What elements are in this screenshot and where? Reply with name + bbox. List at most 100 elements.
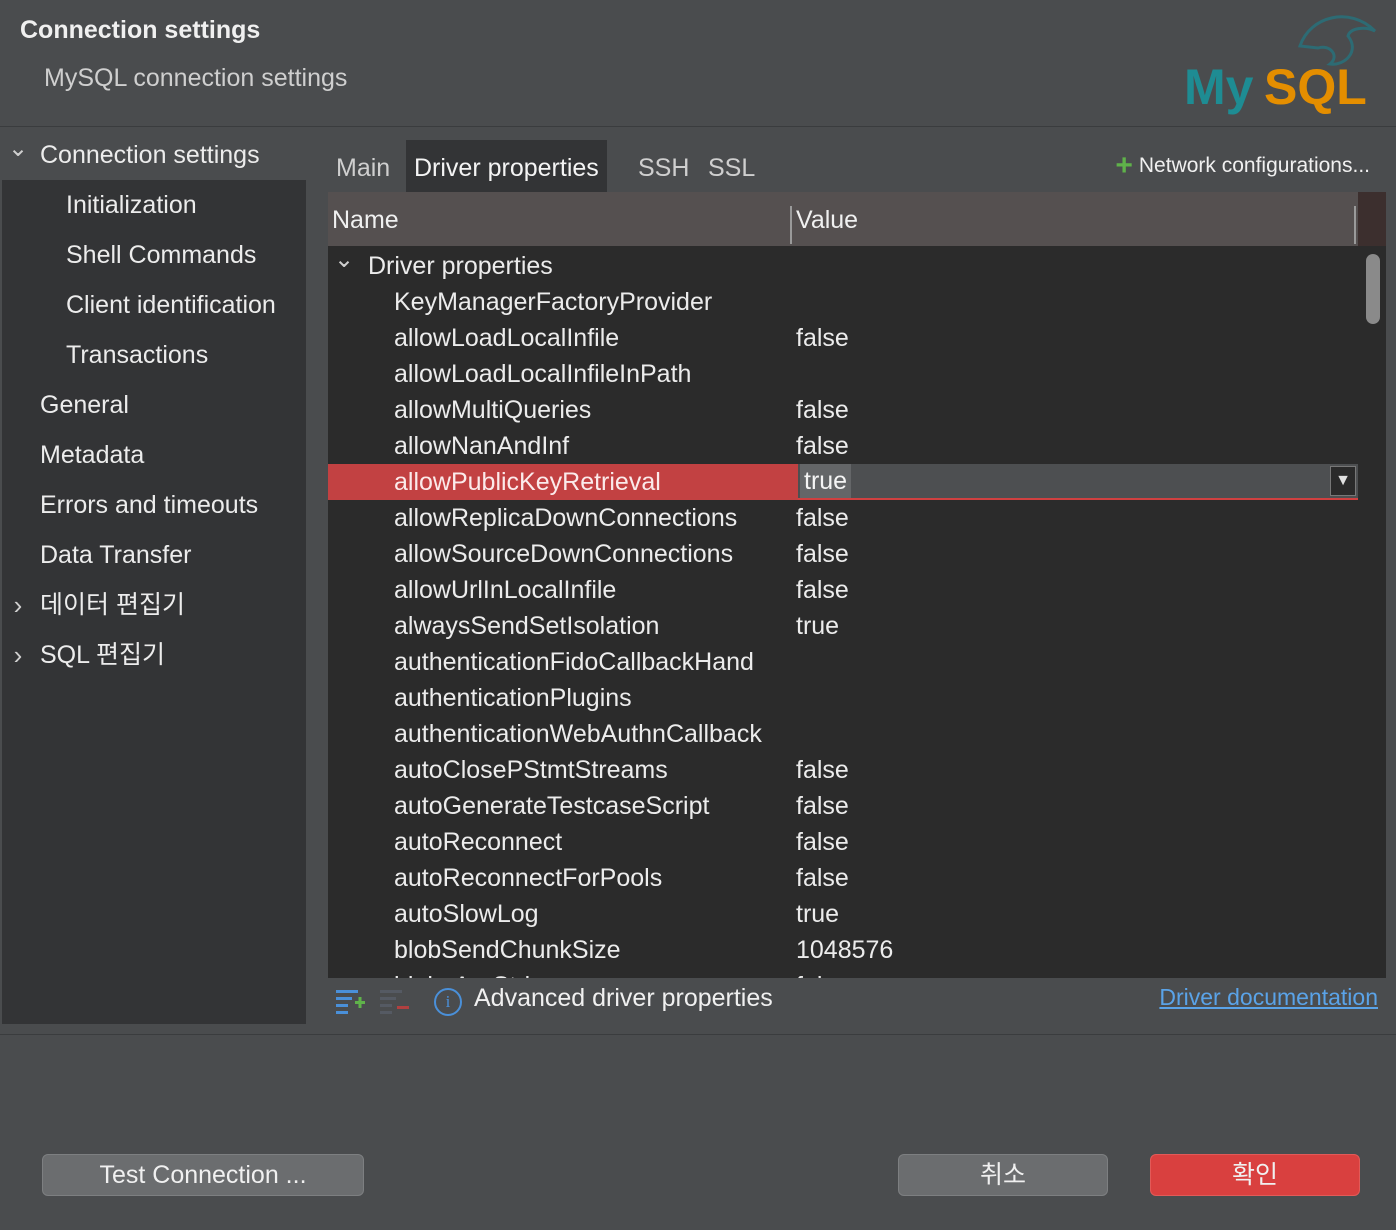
property-value[interactable]: false bbox=[796, 500, 849, 536]
property-name: autoSlowLog bbox=[394, 900, 539, 928]
sidebar-item-label: Data Transfer bbox=[40, 541, 192, 569]
property-row[interactable]: autoClosePStmtStreams false bbox=[328, 752, 1358, 788]
property-value[interactable]: false bbox=[796, 428, 849, 464]
property-row[interactable]: authenticationWebAuthnCallback bbox=[328, 716, 1358, 752]
settings-sidebar: ⌄ Connection settings Initialization Shell … bbox=[2, 130, 306, 1024]
property-name: autoReconnectForPools bbox=[394, 864, 663, 892]
dialog-title: Connection settings bbox=[20, 16, 261, 44]
property-group-label: Driver properties bbox=[368, 252, 553, 280]
sidebar-item-transactions[interactable]: Transactions bbox=[2, 330, 306, 380]
property-row[interactable]: KeyManagerFactoryProvider bbox=[328, 284, 1358, 320]
sidebar-item-sql-editor[interactable]: › SQL 편집기 bbox=[2, 630, 306, 680]
property-value[interactable]: false bbox=[796, 536, 849, 572]
property-row[interactable]: alwaysSendSetIsolation true bbox=[328, 608, 1358, 644]
tab-ssh[interactable]: SSH bbox=[630, 140, 697, 192]
advanced-driver-properties-label: Advanced driver properties bbox=[474, 984, 773, 1012]
column-resize-handle-end[interactable] bbox=[1354, 206, 1356, 244]
driver-documentation-link[interactable]: Driver documentation bbox=[1159, 984, 1378, 1011]
chevron-right-icon[interactable]: › bbox=[8, 580, 28, 630]
property-value-editor[interactable]: true ▼ bbox=[798, 464, 1358, 500]
property-value[interactable]: 1048576 bbox=[796, 932, 893, 968]
property-row[interactable]: autoReconnectForPools false bbox=[328, 860, 1358, 896]
add-icon: + bbox=[1115, 149, 1133, 182]
table-header: Name Value bbox=[328, 192, 1358, 246]
scrollbar-thumb[interactable] bbox=[1366, 254, 1380, 324]
sidebar-item-label: Connection settings bbox=[40, 141, 260, 169]
property-name: allowPublicKeyRetrieval bbox=[394, 468, 661, 496]
property-row[interactable]: blobSendChunkSize 1048576 bbox=[328, 932, 1358, 968]
column-header-value[interactable]: Value bbox=[796, 192, 858, 246]
property-value[interactable]: true bbox=[796, 608, 839, 644]
property-value[interactable]: false bbox=[796, 752, 849, 788]
property-row[interactable]: allowMultiQueries false bbox=[328, 392, 1358, 428]
sidebar-item-errors-and-timeouts[interactable]: Errors and timeouts bbox=[2, 480, 306, 530]
property-value[interactable]: false bbox=[796, 572, 849, 608]
property-value-input[interactable]: true bbox=[800, 464, 852, 498]
property-row[interactable]: autoReconnect false bbox=[328, 824, 1358, 860]
property-name: allowUrlInLocalInfile bbox=[394, 576, 617, 604]
property-row[interactable]: blobsAreStrings false bbox=[328, 968, 1358, 978]
header-corner bbox=[1358, 192, 1386, 246]
property-row[interactable]: allowLoadLocalInfile false bbox=[328, 320, 1358, 356]
ok-button[interactable]: 확인 bbox=[1150, 1154, 1360, 1196]
add-property-icon[interactable] bbox=[334, 986, 366, 1016]
tab-ssl[interactable]: SSL bbox=[700, 140, 763, 192]
column-header-name[interactable]: Name bbox=[332, 192, 399, 246]
sidebar-item-label: 데이터 편집기 bbox=[40, 591, 185, 619]
network-configurations-label: Network configurations... bbox=[1138, 154, 1370, 177]
property-name: alwaysSendSetIsolation bbox=[394, 612, 660, 640]
property-row[interactable]: allowNanAndInf false bbox=[328, 428, 1358, 464]
property-row[interactable]: allowLoadLocalInfileInPath bbox=[328, 356, 1358, 392]
property-value[interactable]: false bbox=[796, 392, 849, 428]
cancel-button[interactable]: 취소 bbox=[898, 1154, 1108, 1196]
chevron-down-icon[interactable]: ⌄ bbox=[8, 124, 28, 174]
property-value[interactable]: false bbox=[796, 968, 849, 978]
column-resize-handle[interactable] bbox=[790, 206, 792, 244]
property-value[interactable]: false bbox=[796, 860, 849, 896]
vertical-scrollbar[interactable] bbox=[1358, 246, 1386, 978]
property-name: allowNanAndInf bbox=[394, 432, 570, 460]
property-row[interactable]: allowUrlInLocalInfile false bbox=[328, 572, 1358, 608]
test-connection-button[interactable]: Test Connection ... bbox=[42, 1154, 364, 1196]
property-name: autoGenerateTestcaseScript bbox=[394, 792, 710, 820]
property-value[interactable]: false bbox=[796, 788, 849, 824]
network-configurations-button[interactable]: + Network configurations... bbox=[1115, 140, 1370, 192]
sidebar-item-data-editor[interactable]: › 데이터 편집기 bbox=[2, 580, 306, 630]
sidebar-item-connection-settings[interactable]: ⌄ Connection settings bbox=[2, 130, 306, 180]
driver-properties-table: Name Value ⌄ Driver properties KeyManagerF… bbox=[328, 192, 1386, 978]
property-name: allowSourceDownConnections bbox=[394, 540, 734, 568]
sidebar-item-initialization[interactable]: Initialization bbox=[2, 180, 306, 230]
sidebar-item-label: Transactions bbox=[66, 341, 209, 369]
property-value[interactable]: true bbox=[796, 896, 839, 932]
property-group-row[interactable]: ⌄ Driver properties bbox=[328, 246, 1358, 284]
property-row[interactable]: autoSlowLog true bbox=[328, 896, 1358, 932]
property-row[interactable]: authenticationFidoCallbackHand bbox=[328, 644, 1358, 680]
property-value[interactable]: false bbox=[796, 320, 849, 356]
dropdown-arrow-icon[interactable]: ▼ bbox=[1330, 466, 1356, 496]
property-name: authenticationPlugins bbox=[394, 684, 632, 712]
property-row[interactable]: authenticationPlugins bbox=[328, 680, 1358, 716]
property-value[interactable]: false bbox=[796, 824, 849, 860]
tab-main[interactable]: Main bbox=[328, 140, 398, 192]
sidebar-item-label: Initialization bbox=[66, 191, 197, 219]
table-body: ⌄ Driver properties KeyManagerFactoryProvi… bbox=[328, 246, 1358, 978]
property-row[interactable]: allowPublicKeyRetrieval true ▼ bbox=[328, 464, 1358, 500]
remove-property-icon[interactable] bbox=[378, 986, 410, 1016]
sidebar-item-label: Errors and timeouts bbox=[40, 491, 259, 519]
sidebar-item-client-identification[interactable]: Client identification bbox=[2, 280, 306, 330]
chevron-right-icon[interactable]: › bbox=[8, 630, 28, 680]
mysql-logo: My SQL bbox=[1184, 15, 1377, 115]
property-name: KeyManagerFactoryProvider bbox=[394, 288, 713, 316]
sidebar-item-shell-commands[interactable]: Shell Commands bbox=[2, 230, 306, 280]
property-row[interactable]: allowSourceDownConnections false bbox=[328, 536, 1358, 572]
sidebar-item-label: Shell Commands bbox=[66, 241, 257, 269]
property-row[interactable]: autoGenerateTestcaseScript false bbox=[328, 788, 1358, 824]
footer-divider bbox=[0, 1034, 1396, 1035]
sidebar-item-label: Client identification bbox=[66, 291, 276, 319]
property-row[interactable]: allowReplicaDownConnections false bbox=[328, 500, 1358, 536]
sidebar-item-general[interactable]: General bbox=[2, 380, 306, 430]
tab-driver-properties[interactable]: Driver properties bbox=[406, 140, 607, 192]
chevron-down-icon[interactable]: ⌄ bbox=[334, 246, 354, 278]
sidebar-item-data-transfer[interactable]: Data Transfer bbox=[2, 530, 306, 580]
sidebar-item-metadata[interactable]: Metadata bbox=[2, 430, 306, 480]
